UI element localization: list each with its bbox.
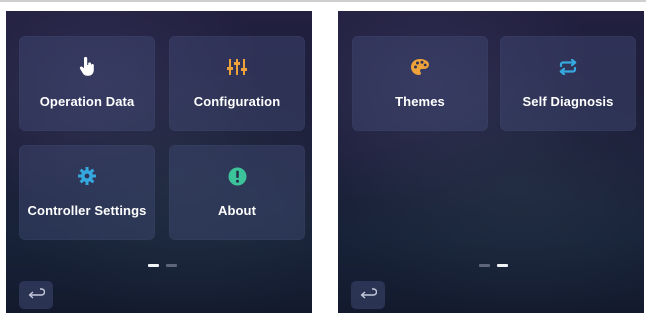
gear-icon	[19, 165, 155, 187]
page-root: Operation Data Configuration Controller …	[0, 0, 646, 313]
tile-label: Controller Settings	[27, 203, 147, 218]
tile-label: About	[217, 203, 257, 218]
controller-settings-tile[interactable]: Controller Settings	[19, 145, 155, 240]
page-dot	[166, 264, 177, 267]
info-exclamation-icon	[169, 165, 305, 187]
tile-label: Operation Data	[39, 94, 135, 109]
back-button[interactable]	[19, 281, 53, 309]
page-indicator	[479, 264, 508, 267]
top-divider	[0, 0, 646, 2]
about-tile[interactable]: About	[169, 145, 305, 240]
hand-pointer-icon	[19, 56, 155, 78]
tile-label: Self Diagnosis	[522, 94, 614, 109]
self-diagnosis-tile[interactable]: Self Diagnosis	[500, 36, 636, 131]
themes-tile[interactable]: Themes	[352, 36, 488, 131]
page-dot-active	[497, 264, 508, 267]
back-button[interactable]	[351, 281, 385, 309]
tile-label: Themes	[395, 94, 445, 109]
swap-arrows-icon	[500, 56, 636, 78]
palette-icon	[352, 56, 488, 78]
operation-data-tile[interactable]: Operation Data	[19, 36, 155, 131]
configuration-tile[interactable]: Configuration	[169, 36, 305, 131]
page-dot-active	[148, 264, 159, 267]
return-arrow-icon	[28, 288, 45, 299]
tile-label: Configuration	[193, 94, 281, 109]
menu-screen-page-1: Operation Data Configuration Controller …	[6, 11, 312, 313]
page-dot	[479, 264, 490, 267]
return-arrow-icon	[360, 288, 377, 299]
sliders-icon	[169, 56, 305, 78]
menu-screen-page-2: Themes Self Diagnosis	[338, 11, 644, 313]
page-indicator	[148, 264, 177, 267]
